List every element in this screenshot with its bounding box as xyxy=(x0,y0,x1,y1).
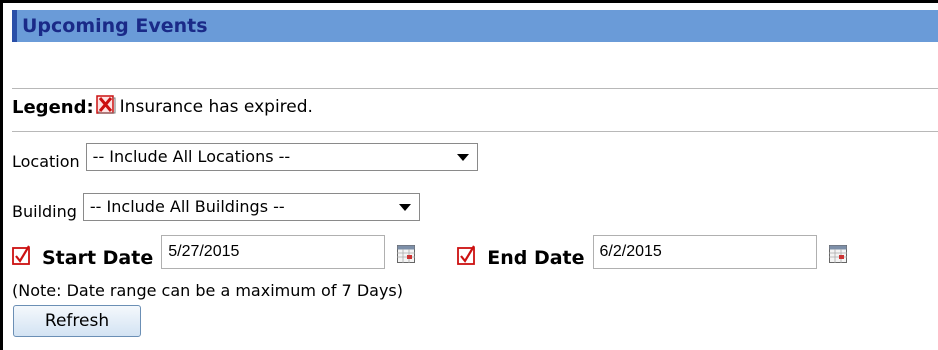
location-select[interactable]: -- Include All Locations -- xyxy=(85,143,478,171)
calendar-icon[interactable] xyxy=(828,245,847,263)
start-date-input[interactable] xyxy=(161,235,386,269)
divider-top xyxy=(12,88,938,89)
chevron-down-icon xyxy=(456,154,469,161)
legend-text: Insurance has expired. xyxy=(119,97,313,117)
location-label: Location xyxy=(12,152,80,171)
end-date-checkbox[interactable] xyxy=(457,245,477,265)
legend-label: Legend: xyxy=(12,96,94,118)
refresh-button[interactable]: Refresh xyxy=(13,305,141,337)
location-select-value: -- Include All Locations -- xyxy=(92,147,291,166)
window-left-border xyxy=(0,0,3,350)
building-select[interactable]: -- Include All Buildings -- xyxy=(82,193,420,221)
page-title: Upcoming Events xyxy=(20,14,212,38)
header-accent-bar xyxy=(12,10,17,42)
location-filter-row: Location -- Include All Locations -- xyxy=(12,143,478,171)
chevron-down-icon xyxy=(398,204,411,211)
date-range-note: (Note: Date range can be a maximum of 7 … xyxy=(12,281,403,300)
date-range-row: Start Date End Date xyxy=(12,235,847,269)
window-top-border xyxy=(0,0,938,3)
building-select-value: -- Include All Buildings -- xyxy=(89,197,285,216)
divider-bottom xyxy=(12,131,938,132)
red-x-icon xyxy=(95,94,116,114)
legend: Legend: Insurance has expired. xyxy=(12,92,313,122)
start-date-checkbox[interactable] xyxy=(12,245,32,265)
end-date-input[interactable] xyxy=(592,235,817,269)
end-date-label: End Date xyxy=(487,247,585,269)
building-label: Building xyxy=(12,202,77,221)
calendar-icon[interactable] xyxy=(397,245,416,263)
section-header: Upcoming Events xyxy=(12,10,938,42)
building-filter-row: Building -- Include All Buildings -- xyxy=(12,193,420,221)
start-date-label: Start Date xyxy=(42,247,154,269)
